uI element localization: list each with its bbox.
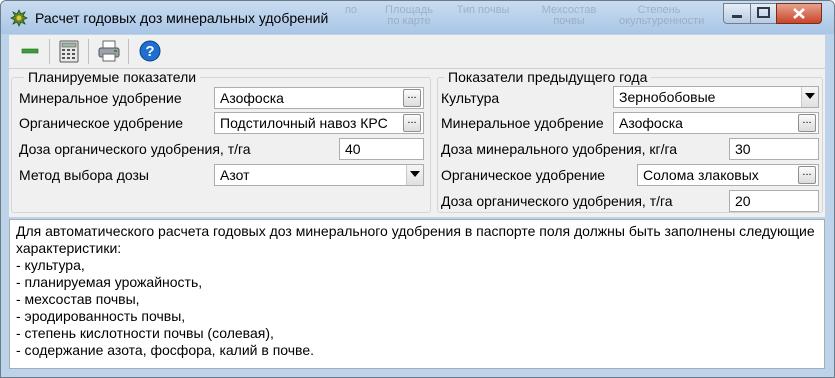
planned-mineral-field[interactable]: Азофоска xyxy=(214,87,424,109)
previous-crop-select[interactable]: Зернобобовые xyxy=(613,86,819,108)
previous-mineral-value: Азофоска xyxy=(619,115,683,131)
planned-mineral-label: Минеральное удобрение xyxy=(19,90,182,106)
chevron-down-icon xyxy=(805,93,815,99)
app-window: по Площадь по карте Тип почвы Мехсостав … xyxy=(0,0,835,378)
calculator-icon xyxy=(59,40,79,63)
planned-mineral-browse-button[interactable]: ... xyxy=(403,89,421,107)
planned-method-select[interactable]: Азот xyxy=(214,164,424,186)
background-menu-fragment: по xyxy=(344,4,358,16)
info-line: характеристики: xyxy=(16,240,122,256)
planned-organic-browse-button[interactable]: ... xyxy=(403,114,421,132)
app-icon xyxy=(10,9,28,27)
close-icon xyxy=(793,8,805,19)
toolbar-separator xyxy=(88,39,89,64)
previous-mineral-label: Минеральное удобрение xyxy=(441,115,604,131)
help-icon: ? xyxy=(139,40,161,62)
planned-dose-value: 40 xyxy=(345,141,361,157)
previous-crop-dropdown-button[interactable] xyxy=(801,87,818,107)
toolbar: ? xyxy=(9,35,825,69)
previous-organic-dose-value: 20 xyxy=(735,193,751,209)
background-menu-fragment: Степень окультуренности xyxy=(619,4,705,27)
window-title: Расчет годовых доз минеральных удобрений xyxy=(35,10,329,26)
previous-mineral-dose-value: 30 xyxy=(735,141,751,157)
title-bar[interactable]: по Площадь по карте Тип почвы Мехсостав … xyxy=(1,1,834,34)
close-button[interactable] xyxy=(776,3,822,24)
previous-mineral-field[interactable]: Азофоска xyxy=(613,112,819,134)
previous-mineral-browse-button[interactable]: ... xyxy=(798,114,816,132)
minus-button[interactable] xyxy=(17,38,43,64)
info-textbox[interactable]: Для автоматического расчета годовых доз … xyxy=(9,219,825,369)
previous-mineral-dose-label: Доза минерального удобрения, кг/га xyxy=(441,141,678,157)
planned-legend: Планируемые показатели xyxy=(24,69,201,85)
print-button[interactable] xyxy=(96,38,122,64)
planned-organic-field[interactable]: Подстилочный навоз КРС xyxy=(214,112,424,134)
planned-method-value: Азот xyxy=(220,167,250,183)
minus-icon xyxy=(21,48,39,54)
previous-organic-dose-input[interactable]: 20 xyxy=(729,190,819,212)
minimize-button[interactable] xyxy=(723,3,751,24)
planned-organic-label: Органическое удобрение xyxy=(19,115,184,131)
info-line: - планируемая урожайность, xyxy=(16,274,203,290)
calculator-button[interactable] xyxy=(56,38,82,64)
planned-dose-input[interactable]: 40 xyxy=(339,138,424,160)
chevron-down-icon xyxy=(410,171,420,177)
printer-icon xyxy=(98,40,120,62)
info-line: - эродированность почвы, xyxy=(16,308,186,324)
previous-crop-value: Зернобобовые xyxy=(619,89,716,105)
previous-organic-value: Солома злаковых xyxy=(643,167,759,183)
previous-legend: Показатели предыдущего года xyxy=(444,69,652,85)
background-menu-fragment: Тип почвы xyxy=(456,4,510,16)
minimize-icon xyxy=(732,15,742,18)
background-menu-fragment: Площадь по карте xyxy=(385,4,433,27)
toolbar-separator xyxy=(128,39,129,64)
planned-mineral-value: Азофоска xyxy=(220,90,284,106)
previous-mineral-dose-input[interactable]: 30 xyxy=(729,138,819,160)
previous-organic-dose-label: Доза органического удобрения, т/га xyxy=(441,193,673,209)
background-menu-fragment: Мехсостав почвы xyxy=(541,4,597,27)
info-line: - степень кислотности почвы (солевая), xyxy=(16,325,274,341)
planned-method-label: Метод выбора дозы xyxy=(19,167,149,183)
planned-dose-label: Доза органического удобрения, т/га xyxy=(19,141,251,157)
form-panel: Планируемые показатели Минеральное удобр… xyxy=(9,69,825,217)
previous-crop-label: Культура xyxy=(441,90,500,106)
previous-organic-field[interactable]: Солома злаковых xyxy=(637,164,819,186)
maximize-icon xyxy=(757,7,770,18)
planned-method-dropdown-button[interactable] xyxy=(406,165,423,185)
maximize-button[interactable] xyxy=(750,3,777,24)
help-button[interactable]: ? xyxy=(137,38,163,64)
previous-organic-label: Органическое удобрение xyxy=(441,167,606,183)
toolbar-separator xyxy=(49,39,50,64)
info-line: - культура, xyxy=(16,257,85,273)
previous-organic-browse-button[interactable]: ... xyxy=(798,166,816,184)
planned-organic-value: Подстилочный навоз КРС xyxy=(220,115,388,131)
info-line: Для автоматического расчета годовых доз … xyxy=(16,223,815,239)
svg-text:?: ? xyxy=(145,43,154,60)
info-line: - содержание азота, фосфора, калий в поч… xyxy=(16,342,315,358)
info-line: - мехсостав почвы, xyxy=(16,291,140,307)
